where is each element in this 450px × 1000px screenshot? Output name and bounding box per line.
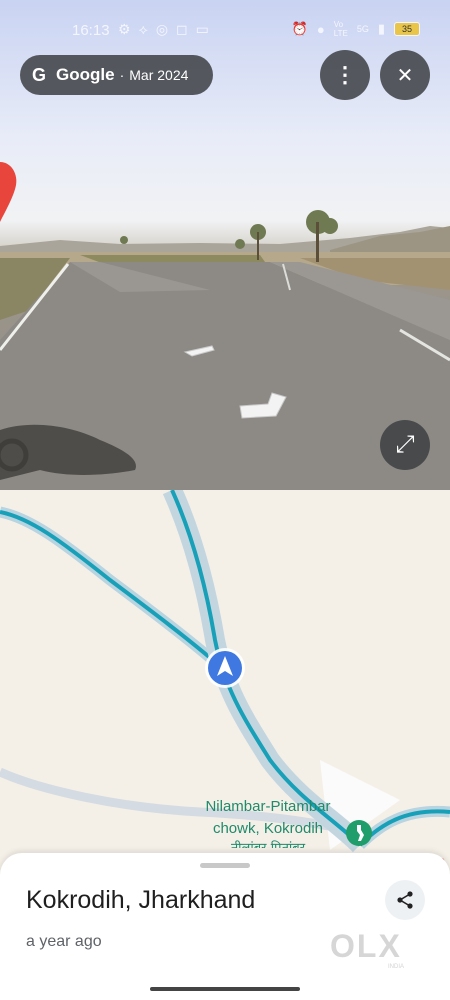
home-indicator[interactable] bbox=[150, 987, 300, 991]
expand-icon: ⤢ bbox=[395, 431, 415, 458]
settings-icon: ⚙ bbox=[118, 21, 131, 37]
location-bottom-sheet[interactable]: Kokrodih, Jharkhand a year ago OLX INDIA bbox=[0, 853, 450, 1000]
share-icon bbox=[397, 891, 413, 909]
drag-handle[interactable] bbox=[200, 863, 250, 868]
signal-icon: ▮ bbox=[377, 21, 385, 36]
whatsapp-icon: ◎ bbox=[155, 21, 169, 37]
chip-separator: · bbox=[119, 67, 125, 83]
app-icon: ▭ bbox=[195, 21, 209, 37]
brand-label: Google bbox=[56, 65, 115, 84]
alarm-icon: ⏰ bbox=[291, 21, 308, 36]
status-time: 16:13 bbox=[72, 22, 110, 39]
share-network-icon: ⟡ bbox=[138, 21, 148, 37]
instagram-icon: ◻ bbox=[176, 21, 188, 37]
more-vert-icon: ⋮ bbox=[334, 62, 356, 87]
share-button[interactable] bbox=[385, 880, 425, 920]
current-position-marker[interactable] bbox=[205, 648, 245, 688]
capture-age: a year ago bbox=[26, 933, 102, 950]
imagery-date-chip[interactable]: G Google · Mar 2024 bbox=[20, 55, 213, 95]
network-label: 5G bbox=[356, 24, 369, 34]
olx-watermark: OLX bbox=[330, 928, 402, 964]
street-view-panorama[interactable]: 16:13 ⚙ ⟡ ◎ ◻ ▭ ⏰ ● Vo LTE 5G ▮ 35 G Goog… bbox=[0, 0, 450, 490]
status-bar: 16:13 ⚙ ⟡ ◎ ◻ ▭ ⏰ ● Vo LTE 5G ▮ 35 bbox=[0, 0, 450, 60]
close-icon: ✕ bbox=[396, 64, 414, 87]
place-label-line1: Nilambar-Pitambar bbox=[205, 798, 331, 815]
place-label-line2: chowk, Kokrodih bbox=[212, 820, 324, 837]
battery-icon: 35 bbox=[394, 22, 420, 36]
close-button[interactable]: ✕ bbox=[380, 50, 430, 100]
imagery-date: Mar 2024 bbox=[129, 67, 189, 83]
volte-icon: Vo LTE bbox=[333, 20, 348, 38]
location-title: Kokrodih, Jharkhand bbox=[26, 886, 256, 914]
olx-watermark-small: INDIA bbox=[388, 964, 405, 970]
place-label-line3: नीलांबर-पितांबर bbox=[230, 840, 306, 848]
google-logo-icon: G bbox=[32, 64, 47, 85]
poi-hiking-icon[interactable] bbox=[346, 820, 372, 846]
location-icon: ● bbox=[316, 21, 325, 37]
map-place-label[interactable]: Nilambar-Pitambar chowk, Kokrodih नीलांब… bbox=[188, 796, 348, 848]
expand-button[interactable]: ⤢ bbox=[380, 420, 430, 470]
street-view-screen: 16:13 ⚙ ⟡ ◎ ◻ ▭ ⏰ ● Vo LTE 5G ▮ 35 G Goog… bbox=[0, 0, 450, 1000]
more-options-button[interactable]: ⋮ bbox=[320, 50, 370, 100]
notification-icons: ⚙ ⟡ ◎ ◻ ▭ bbox=[118, 21, 209, 38]
system-icons: ⏰ ● Vo LTE 5G ▮ 35 bbox=[292, 20, 420, 38]
